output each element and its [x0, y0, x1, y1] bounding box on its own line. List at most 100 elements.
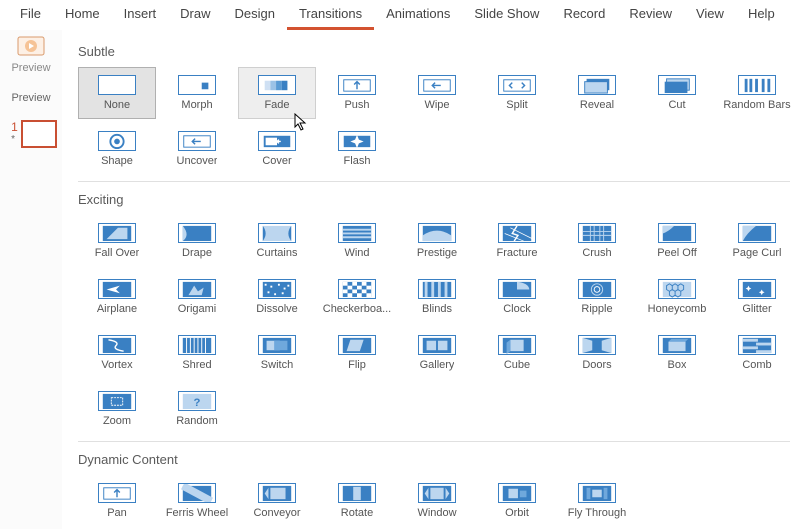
uncover-icon [178, 131, 216, 151]
preview-icon [17, 36, 45, 58]
transition-split[interactable]: Split [478, 67, 556, 119]
wind-icon [338, 223, 376, 243]
transition-label: Blinds [422, 303, 452, 315]
transition-fade[interactable]: Fade [238, 67, 316, 119]
transition-label: None [104, 99, 130, 111]
transition-label: Zoom [103, 415, 131, 427]
transition-peel-off[interactable]: Peel Off [638, 215, 716, 267]
slide-thumbnail-panel: 1 * [5, 120, 57, 148]
zoom-icon [98, 391, 136, 411]
transition-wind[interactable]: Wind [318, 215, 396, 267]
slide-thumbnail[interactable] [21, 120, 57, 148]
wipe-icon [418, 75, 456, 95]
transition-label: Fracture [497, 247, 538, 259]
transition-switch[interactable]: Switch [238, 327, 316, 379]
transition-label: Cover [262, 155, 291, 167]
tab-home[interactable]: Home [53, 0, 112, 30]
tab-file[interactable]: File [8, 0, 53, 30]
transition-flip[interactable]: Flip [318, 327, 396, 379]
transition-label: Rotate [341, 507, 373, 519]
transition-dissolve[interactable]: Dissolve [238, 271, 316, 323]
tab-review[interactable]: Review [617, 0, 684, 30]
tab-animations[interactable]: Animations [374, 0, 462, 30]
transition-origami[interactable]: Origami [158, 271, 236, 323]
divider [78, 441, 790, 442]
transition-label: Checkerboa... [323, 303, 391, 315]
reveal-icon [578, 75, 616, 95]
transition-label: Drape [182, 247, 212, 259]
transition-flash[interactable]: Flash [318, 123, 396, 175]
transition-cover[interactable]: Cover [238, 123, 316, 175]
transition-curtains[interactable]: Curtains [238, 215, 316, 267]
left-panel: Preview Preview 1 * [0, 30, 62, 529]
transition-rotate[interactable]: Rotate [318, 475, 396, 527]
transition-crush[interactable]: Crush [558, 215, 636, 267]
transition-doors[interactable]: Doors [558, 327, 636, 379]
transition-airplane[interactable]: Airplane [78, 271, 156, 323]
transition-label: Ripple [581, 303, 612, 315]
conveyor-icon [258, 483, 296, 503]
transition-honeycomb[interactable]: Honeycomb [638, 271, 716, 323]
peel-off-icon [658, 223, 696, 243]
dissolve-icon [258, 279, 296, 299]
tab-insert[interactable]: Insert [112, 0, 169, 30]
window-icon [418, 483, 456, 503]
transition-orbit[interactable]: Orbit [478, 475, 556, 527]
transition-page-curl[interactable]: Page Curl [718, 215, 796, 267]
transition-label: Push [344, 99, 369, 111]
transition-push[interactable]: Push [318, 67, 396, 119]
transition-shape[interactable]: Shape [78, 123, 156, 175]
transition-pan[interactable]: Pan [78, 475, 156, 527]
prestige-icon [418, 223, 456, 243]
transition-label: Fade [264, 99, 289, 111]
tab-view[interactable]: View [684, 0, 736, 30]
tab-transitions[interactable]: Transitions [287, 0, 374, 30]
transition-wipe[interactable]: Wipe [398, 67, 476, 119]
transition-drape[interactable]: Drape [158, 215, 236, 267]
transition-reveal[interactable]: Reveal [558, 67, 636, 119]
tab-draw[interactable]: Draw [168, 0, 222, 30]
transition-label: Reveal [580, 99, 614, 111]
transition-blinds[interactable]: Blinds [398, 271, 476, 323]
transition-glitter[interactable]: Glitter [718, 271, 796, 323]
transition-cut[interactable]: Cut [638, 67, 716, 119]
transition-uncover[interactable]: Uncover [158, 123, 236, 175]
tab-design[interactable]: Design [223, 0, 287, 30]
transition-prestige[interactable]: Prestige [398, 215, 476, 267]
transition-comb[interactable]: Comb [718, 327, 796, 379]
preview-button-label: Preview [11, 62, 50, 74]
transition-shred[interactable]: Shred [158, 327, 236, 379]
transition-cube[interactable]: Cube [478, 327, 556, 379]
fracture-icon [498, 223, 536, 243]
transition-fly-through[interactable]: Fly Through [558, 475, 636, 527]
transition-label: Gallery [420, 359, 455, 371]
transition-zoom[interactable]: Zoom [78, 383, 156, 435]
transition-fall-over[interactable]: Fall Over [78, 215, 156, 267]
divider [78, 181, 790, 182]
transition-ferris-wheel[interactable]: Ferris Wheel [158, 475, 236, 527]
none-icon [98, 75, 136, 95]
tab-help[interactable]: Help [736, 0, 787, 30]
transition-vortex[interactable]: Vortex [78, 327, 156, 379]
tab-record[interactable]: Record [551, 0, 617, 30]
transition-label: Airplane [97, 303, 137, 315]
transition-label: Crush [582, 247, 611, 259]
pan-icon [98, 483, 136, 503]
svg-text:?: ? [194, 397, 201, 409]
transition-gallery[interactable]: Gallery [398, 327, 476, 379]
random-bars-icon [738, 75, 776, 95]
transition-random[interactable]: ?Random [158, 383, 236, 435]
preview-button[interactable]: Preview [11, 36, 50, 74]
transition-fracture[interactable]: Fracture [478, 215, 556, 267]
transition-window[interactable]: Window [398, 475, 476, 527]
transition-checkerboa[interactable]: Checkerboa... [318, 271, 396, 323]
transition-ripple[interactable]: Ripple [558, 271, 636, 323]
tab-slide-show[interactable]: Slide Show [462, 0, 551, 30]
transition-none[interactable]: None [78, 67, 156, 119]
transition-label: Page Curl [733, 247, 782, 259]
transition-random-bars[interactable]: Random Bars [718, 67, 796, 119]
transition-conveyor[interactable]: Conveyor [238, 475, 316, 527]
transition-box[interactable]: Box [638, 327, 716, 379]
transition-clock[interactable]: Clock [478, 271, 556, 323]
transition-morph[interactable]: Morph [158, 67, 236, 119]
